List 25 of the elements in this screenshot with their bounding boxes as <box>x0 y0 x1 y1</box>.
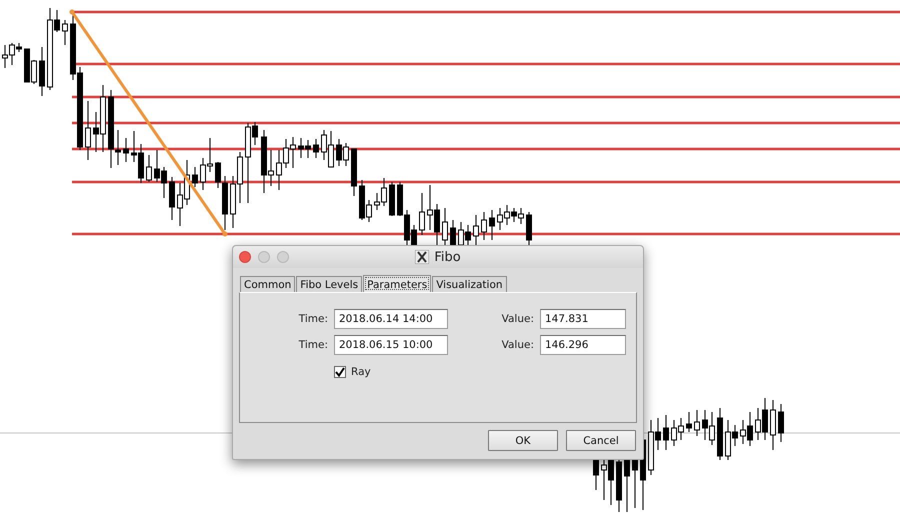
checkbox[interactable] <box>334 366 346 378</box>
tab[interactable]: Fibo Levels <box>296 276 362 292</box>
field-label: Time: <box>298 339 328 351</box>
tab[interactable]: Visualization <box>432 276 507 292</box>
field-label: Value: <box>500 313 534 325</box>
field-label: Value: <box>500 339 534 351</box>
close-button[interactable] <box>239 251 251 263</box>
window-title: Fibo <box>434 250 461 264</box>
field-label: Time: <box>298 313 328 325</box>
fibonacci-level-line[interactable] <box>72 180 900 184</box>
time-field[interactable]: 2018.06.14 14:00 <box>334 309 448 329</box>
fibonacci-level-line[interactable] <box>72 122 900 124</box>
fibonacci-level-line[interactable] <box>72 232 900 236</box>
fibonacci-level-line[interactable] <box>72 148 900 150</box>
tab[interactable]: Common <box>240 276 296 292</box>
trend-line[interactable] <box>70 10 228 236</box>
value-field[interactable]: 147.831 <box>540 309 626 329</box>
check-icon <box>335 367 345 377</box>
time-field[interactable]: 2018.06.15 10:00 <box>334 335 448 355</box>
dialog-button[interactable]: Cancel <box>566 430 636 451</box>
dialog-button[interactable]: OK <box>488 430 558 451</box>
checkbox-label: Ray <box>351 366 371 378</box>
value-field[interactable]: 146.296 <box>540 335 626 355</box>
x-icon <box>415 250 430 264</box>
tab[interactable]: Parameters <box>363 275 432 292</box>
